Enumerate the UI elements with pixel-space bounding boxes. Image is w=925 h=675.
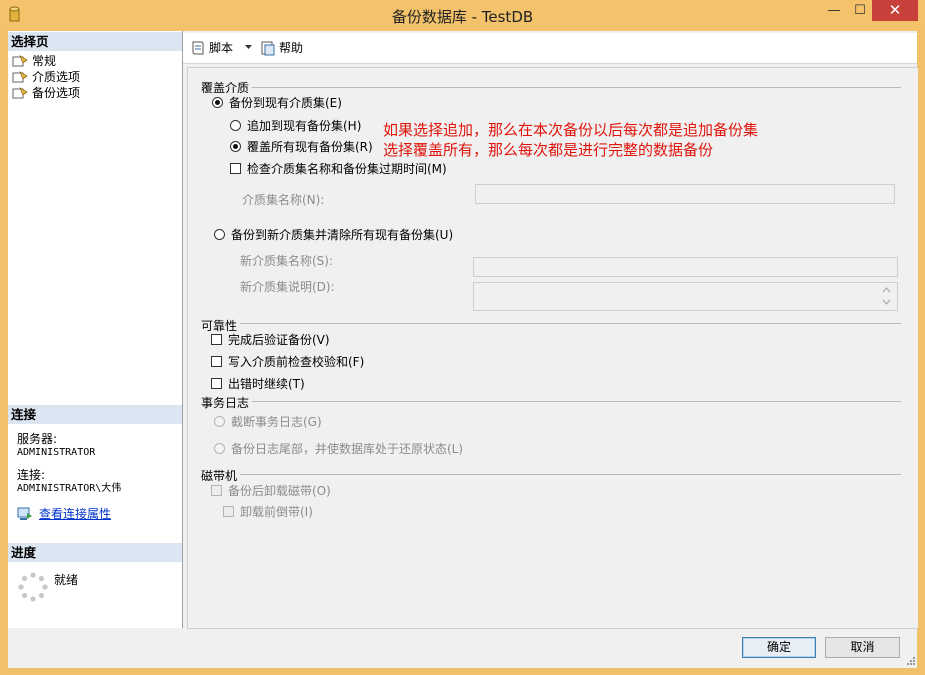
- page-item-label: 常规: [32, 54, 57, 68]
- new-media-set-desc-label: 新介质集说明(D):: [240, 280, 335, 294]
- chevron-down-icon[interactable]: [244, 44, 253, 50]
- server-value: ADMINISTRATOR: [17, 447, 96, 458]
- overwrite-all-label[interactable]: 覆盖所有现有备份集(R): [247, 140, 373, 154]
- append-radio[interactable]: [230, 120, 241, 131]
- page-item-general[interactable]: 常规: [12, 53, 56, 69]
- connection-header: 连接: [8, 405, 182, 424]
- view-connection-properties[interactable]: 查看连接属性: [17, 505, 111, 522]
- help-icon: [261, 41, 275, 55]
- maximize-button[interactable]: ☐: [848, 2, 872, 20]
- media-set-name-input[interactable]: [475, 184, 895, 204]
- group-divider: [240, 474, 901, 475]
- connection-label: 连接:: [17, 468, 46, 482]
- backup-existing-media-label[interactable]: 备份到现有介质集(E): [229, 96, 342, 110]
- page-icon: [12, 87, 28, 99]
- group-divider: [252, 87, 901, 88]
- overwrite-all-radio[interactable]: [230, 141, 241, 152]
- checksum-label[interactable]: 写入介质前检查校验和(F): [228, 355, 364, 369]
- minimize-button[interactable]: —: [822, 2, 846, 20]
- overwrite-media-group-label: 覆盖介质: [201, 81, 250, 95]
- script-label: 脚本: [209, 41, 234, 55]
- page-item-backup-options[interactable]: 备份选项: [12, 85, 80, 101]
- tail-log-radio[interactable]: [214, 443, 225, 454]
- connection-value: ADMINISTRATOR\大伟: [17, 483, 122, 494]
- page-item-label: 介质选项: [32, 70, 81, 84]
- scroll-arrows-icon[interactable]: [882, 286, 891, 306]
- view-connection-properties-link[interactable]: 查看连接属性: [39, 505, 111, 522]
- check-expiry-checkbox[interactable]: [230, 163, 241, 174]
- append-label[interactable]: 追加到现有备份集(H): [247, 119, 361, 133]
- tape-group-label: 磁带机: [201, 469, 238, 483]
- server-label: 服务器:: [17, 432, 58, 446]
- properties-icon: [17, 507, 32, 520]
- verify-label[interactable]: 完成后验证备份(V): [228, 333, 330, 347]
- transaction-log-group-label: 事务日志: [201, 396, 250, 410]
- unload-tape-checkbox[interactable]: [211, 485, 222, 496]
- resize-grip-icon[interactable]: [905, 655, 915, 665]
- continue-on-error-label[interactable]: 出错时继续(T): [228, 377, 305, 391]
- page-icon: [12, 71, 28, 83]
- new-media-set-name-input[interactable]: [473, 257, 898, 277]
- check-expiry-label[interactable]: 检查介质集名称和备份集过期时间(M): [247, 162, 447, 176]
- truncate-log-label[interactable]: 截断事务日志(G): [231, 415, 322, 429]
- group-divider: [252, 401, 901, 402]
- help-label: 帮助: [279, 41, 304, 55]
- ok-button[interactable]: 确定: [742, 637, 816, 658]
- page-item-media-options[interactable]: 介质选项: [12, 69, 80, 85]
- new-media-set-name-label: 新介质集名称(S):: [240, 254, 334, 268]
- select-page-header: 选择页: [8, 32, 182, 51]
- checksum-checkbox[interactable]: [211, 356, 222, 367]
- media-set-name-label: 介质集名称(N):: [242, 193, 325, 207]
- script-button[interactable]: 脚本: [190, 39, 233, 56]
- group-divider: [240, 323, 901, 324]
- window-title: 备份数据库 - TestDB: [391, 8, 534, 26]
- progress-header: 进度: [8, 543, 182, 562]
- rewind-checkbox[interactable]: [223, 506, 234, 517]
- page-icon: [12, 55, 28, 67]
- close-button[interactable]: ✕: [872, 0, 918, 21]
- continue-on-error-checkbox[interactable]: [211, 378, 222, 389]
- backup-existing-media-radio[interactable]: [212, 97, 223, 108]
- tail-log-label[interactable]: 备份日志尾部，并使数据库处于还原状态(L): [231, 442, 463, 456]
- cancel-button[interactable]: 取消: [825, 637, 900, 658]
- annotation-line-1: 如果选择追加，那么在本次备份以后每次都是追加备份集: [383, 121, 759, 139]
- progress-status: 就绪: [54, 573, 79, 587]
- left-pane: [8, 31, 183, 628]
- reliability-group-label: 可靠性: [201, 319, 238, 333]
- new-media-set-desc-textarea[interactable]: [473, 282, 898, 311]
- page-item-label: 备份选项: [32, 86, 81, 100]
- title-bar[interactable]: 备份数据库 - TestDB — ☐ ✕: [0, 0, 925, 31]
- backup-new-media-label[interactable]: 备份到新介质集并清除所有现有备份集(U): [231, 228, 453, 242]
- rewind-label[interactable]: 卸载前倒带(I): [240, 505, 313, 519]
- help-button[interactable]: 帮助: [260, 39, 303, 56]
- truncate-log-radio[interactable]: [214, 416, 225, 427]
- spinner-icon: [18, 572, 48, 602]
- unload-tape-label[interactable]: 备份后卸载磁带(O): [228, 484, 331, 498]
- annotation-line-2: 选择覆盖所有，那么每次都是进行完整的数据备份: [383, 141, 714, 159]
- backup-new-media-radio[interactable]: [214, 229, 225, 240]
- verify-checkbox[interactable]: [211, 334, 222, 345]
- script-icon: [192, 41, 204, 54]
